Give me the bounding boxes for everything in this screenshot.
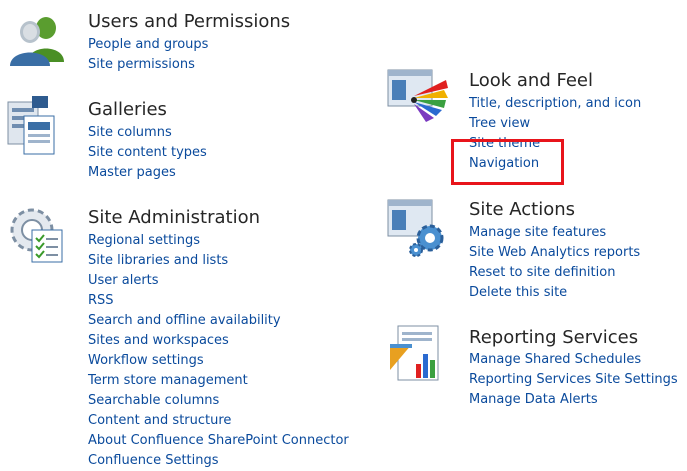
users-links: People and groups Site permissions bbox=[88, 33, 208, 73]
link-reset-to-site-definition[interactable]: Reset to site definition bbox=[469, 265, 615, 280]
galleries-icon bbox=[6, 96, 70, 160]
link-site-libraries-and-lists[interactable]: Site libraries and lists bbox=[88, 253, 228, 268]
link-site-columns[interactable]: Site columns bbox=[88, 125, 172, 140]
reporting-services-icon bbox=[386, 324, 450, 388]
actions-links: Manage site features Site Web Analytics … bbox=[469, 221, 640, 301]
navigation-highlight-box bbox=[451, 139, 564, 185]
link-reporting-services-site-settings[interactable]: Reporting Services Site Settings bbox=[469, 372, 678, 387]
link-content-and-structure[interactable]: Content and structure bbox=[88, 413, 231, 428]
link-site-permissions[interactable]: Site permissions bbox=[88, 57, 195, 72]
link-site-content-types[interactable]: Site content types bbox=[88, 145, 207, 160]
link-manage-shared-schedules[interactable]: Manage Shared Schedules bbox=[469, 352, 641, 367]
reporting-links: Manage Shared Schedules Reporting Servic… bbox=[469, 348, 678, 408]
section-title: Site Actions bbox=[469, 199, 576, 220]
link-tree-view[interactable]: Tree view bbox=[469, 116, 530, 131]
link-people-and-groups[interactable]: People and groups bbox=[88, 37, 208, 52]
link-manage-data-alerts[interactable]: Manage Data Alerts bbox=[469, 392, 598, 407]
section-title: Reporting Services bbox=[469, 327, 639, 348]
link-manage-site-features[interactable]: Manage site features bbox=[469, 225, 606, 240]
section-title: Users and Permissions bbox=[88, 11, 291, 32]
link-regional-settings[interactable]: Regional settings bbox=[88, 233, 200, 248]
galleries-links: Site columns Site content types Master p… bbox=[88, 121, 207, 181]
section-title: Site Administration bbox=[88, 207, 260, 228]
link-search-and-offline-availability[interactable]: Search and offline availability bbox=[88, 313, 281, 328]
site-admin-gear-icon bbox=[6, 204, 70, 268]
admin-links: Regional settings Site libraries and lis… bbox=[88, 229, 349, 469]
look-and-feel-palette-icon bbox=[386, 66, 450, 130]
link-about-confluence-sharepoint-connector[interactable]: About Confluence SharePoint Connector bbox=[88, 433, 349, 448]
section-title: Look and Feel bbox=[469, 70, 593, 91]
link-user-alerts[interactable]: User alerts bbox=[88, 273, 159, 288]
link-title-description-and-icon[interactable]: Title, description, and icon bbox=[469, 96, 641, 111]
link-delete-this-site[interactable]: Delete this site bbox=[469, 285, 567, 300]
section-title: Galleries bbox=[88, 99, 167, 120]
link-confluence-settings[interactable]: Confluence Settings bbox=[88, 453, 219, 468]
link-term-store-management[interactable]: Term store management bbox=[88, 373, 248, 388]
users-icon bbox=[6, 10, 70, 74]
link-rss[interactable]: RSS bbox=[88, 293, 114, 308]
site-actions-gear-icon bbox=[386, 196, 450, 260]
link-site-web-analytics-reports[interactable]: Site Web Analytics reports bbox=[469, 245, 640, 260]
link-sites-and-workspaces[interactable]: Sites and workspaces bbox=[88, 333, 229, 348]
link-workflow-settings[interactable]: Workflow settings bbox=[88, 353, 204, 368]
link-searchable-columns[interactable]: Searchable columns bbox=[88, 393, 219, 408]
link-master-pages[interactable]: Master pages bbox=[88, 165, 176, 180]
